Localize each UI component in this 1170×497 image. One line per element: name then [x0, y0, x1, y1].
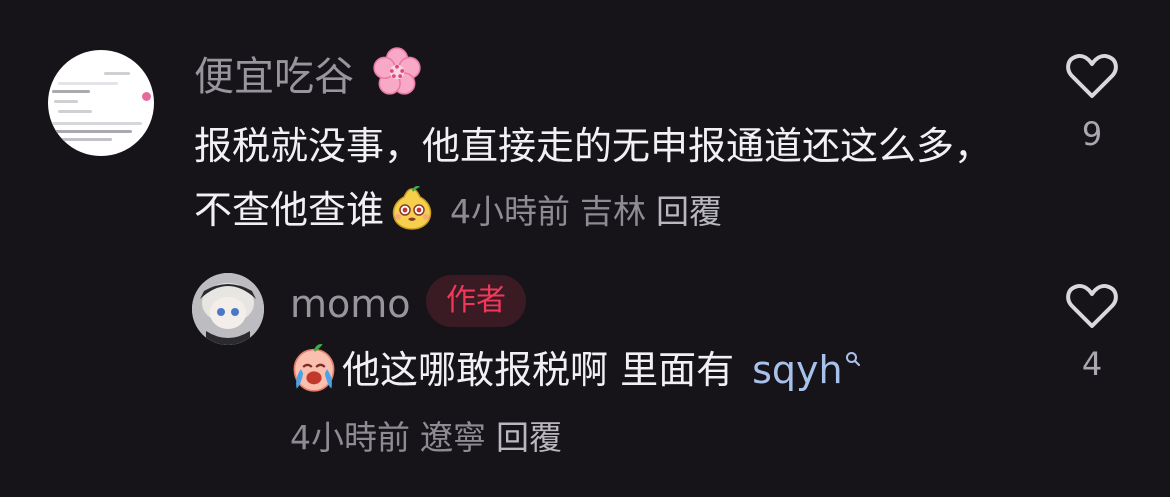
- like-count: 9: [1081, 115, 1103, 153]
- reply-meta: 4小時前 遼寧 回覆: [290, 412, 562, 464]
- avatar-image: [192, 273, 264, 345]
- pear-face-emoji: [392, 186, 432, 230]
- comment-time: 4小時前: [450, 192, 571, 231]
- crying-peach-emoji: [293, 343, 335, 392]
- search-icon: [845, 352, 860, 367]
- reply-username[interactable]: momo: [290, 278, 411, 330]
- like-button[interactable]: 4: [1062, 282, 1122, 384]
- search-link[interactable]: sqyh: [752, 348, 861, 392]
- reply-text: 他这哪敢报税啊 里面有: [342, 348, 735, 392]
- reply-body: 他这哪敢报税啊 里面有 sqyh: [288, 338, 861, 402]
- comment-body: 报税就没事，他直接走的无申报通道还这么多，不查他查谁 4小時前 吉林 回覆: [194, 114, 994, 244]
- avatar[interactable]: [48, 50, 154, 156]
- cherry-blossom-icon: [373, 47, 421, 95]
- reply-time: 4小時前: [290, 418, 410, 457]
- reply-button[interactable]: 回覆: [496, 418, 562, 457]
- reply-avatar[interactable]: [192, 273, 264, 345]
- reply-button[interactable]: 回覆: [656, 192, 722, 231]
- like-button[interactable]: 9: [1062, 52, 1122, 154]
- username-text[interactable]: 便宜吃谷: [194, 54, 354, 100]
- comment-thread: 便宜吃谷 报税就没事，他直接走的无申报通道还这么多，不查他查谁 4小時前 吉林 …: [0, 0, 1170, 497]
- comment-location: 吉林: [580, 192, 647, 231]
- search-link-text[interactable]: sqyh: [752, 348, 843, 392]
- reply-location: 遼寧: [420, 418, 486, 457]
- heart-icon: [1066, 53, 1118, 98]
- heart-icon: [1066, 283, 1118, 328]
- comment-username[interactable]: 便宜吃谷: [194, 46, 429, 105]
- comment-meta: 4小時前 吉林 回覆: [450, 192, 722, 231]
- author-badge: 作者: [426, 275, 526, 327]
- like-count: 4: [1081, 345, 1103, 383]
